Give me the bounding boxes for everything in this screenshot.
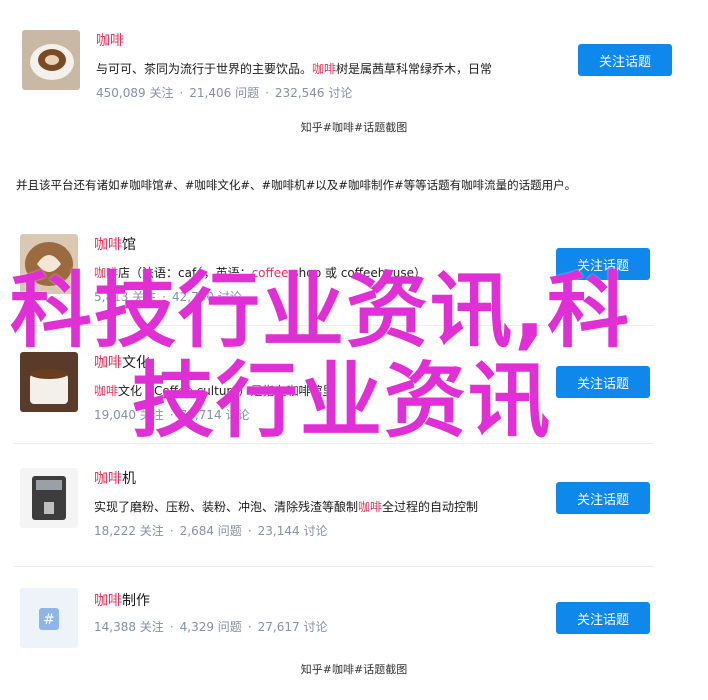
article-paragraph: 并且该平台还有诸如#咖啡馆#、#咖啡文化#、#咖啡机#以及#咖啡制作#等等话题有… [16,178,577,192]
image-caption: 知乎#咖啡#话题截图 [300,121,408,134]
topic-thumbnail-latte-art[interactable] [20,234,78,294]
followers-count: 18,222 关注 [94,524,164,538]
topic-title[interactable]: 咖啡馆 [94,234,136,254]
followers-count: 5,813 关注 [94,290,157,304]
topic-description: 实现了磨粉、压粉、装粉、冲泡、清除残渣等酿制咖啡全过程的自动控制 [94,500,479,514]
topic-description: 咖啡店（法语：café，英语：coffee shop 或 coffeehouse… [94,266,426,280]
topic-stats: 18,222 关注 · 2,684 问题 · 23,144 讨论 [94,524,328,538]
topic-stats: 14,388 关注 · 4,329 问题 · 27,617 讨论 [94,620,328,634]
topic-card-coffee: 咖啡 与可可、茶同为流行于世界的主要饮品。咖啡树是属茜草科常绿乔木，日常 450… [14,26,672,106]
follow-topic-button[interactable]: 关注话题 [556,602,650,634]
topic-card-coffee-culture: 咖啡文化 咖啡文化（Coffee culture）是指在咖啡馆里 19,040 … [14,350,654,434]
image-caption: 知乎#咖啡#话题截图 [300,663,408,676]
follow-topic-button[interactable]: 关注话题 [556,482,650,514]
divider [14,566,654,567]
svg-text:#: # [43,612,55,628]
discussions-count: 232,546 讨论 [274,86,353,100]
followers-count: 19,040 关注 [94,408,164,422]
topic-card-coffee-shop: 咖啡馆 咖啡店（法语：café，英语：coffee shop 或 coffeeh… [14,232,654,316]
topic-description: 与可可、茶同为流行于世界的主要饮品。咖啡树是属茜草科常绿乔木，日常 [96,62,493,76]
questions-count: 21,406 问题 [189,86,260,100]
topic-stats: 19,040 关注 · 73,714 讨论 [94,408,250,422]
divider [14,443,654,444]
follow-topic-button[interactable]: 关注话题 [578,44,672,76]
topic-card-coffee-machine: 咖啡机 实现了磨粉、压粉、装粉、冲泡、清除残渣等酿制咖啡全过程的自动控制 18,… [14,466,654,550]
topic-stats: 450,089 关注 · 21,406 问题 · 232,546 讨论 [96,86,353,100]
topic-title[interactable]: 咖啡文化 [94,352,150,372]
follow-topic-button[interactable]: 关注话题 [556,248,650,280]
topic-thumbnail-coffee-cup[interactable] [20,352,78,412]
questions-count: 2,684 问题 [179,524,242,538]
topic-description: 咖啡文化（Coffee culture）是指在咖啡馆里 [94,384,335,398]
questions-count: 4,329 问题 [179,620,242,634]
followers-count: 450,089 关注 [96,86,174,100]
topic-title[interactable]: 咖啡机 [94,468,136,488]
discussions-count: 42,730 讨论 [172,290,242,304]
discussions-count: 23,144 讨论 [257,524,328,538]
topic-thumbnail-coffee-cup[interactable] [22,30,80,90]
divider [14,325,654,326]
topic-title[interactable]: 咖啡 [96,30,124,50]
discussions-count: 73,714 讨论 [179,408,250,422]
topic-thumbnail-hashtag[interactable]: # [20,588,78,648]
discussions-count: 27,617 讨论 [257,620,328,634]
followers-count: 14,388 关注 [94,620,164,634]
topic-card-coffee-making: # 咖啡制作 14,388 关注 · 4,329 问题 · 27,617 讨论 关注话题 [14,586,654,650]
topic-stats: 5,813 关注 · 42,730 讨论 [94,290,242,304]
topic-thumbnail-coffee-machine[interactable] [20,468,78,528]
topic-title[interactable]: 咖啡制作 [94,590,150,610]
follow-topic-button[interactable]: 关注话题 [556,366,650,398]
